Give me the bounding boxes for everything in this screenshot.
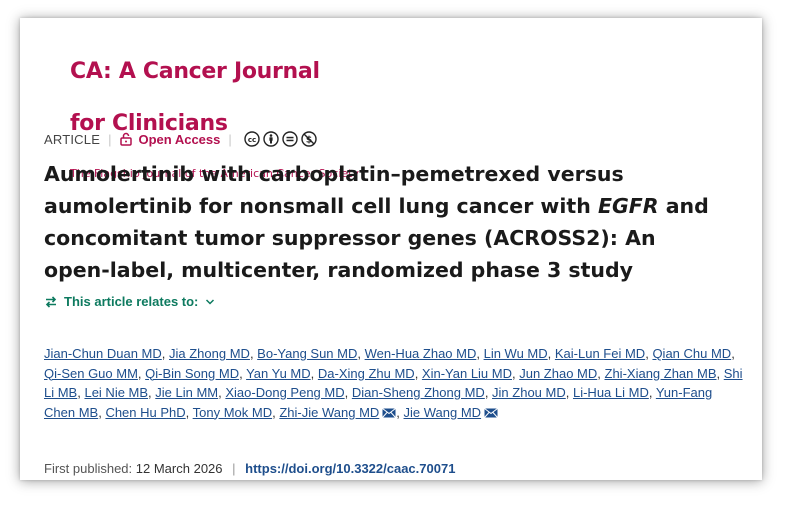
author-link[interactable]: Bo-Yang Sun MD — [257, 346, 357, 361]
author-link[interactable]: Da-Xing Zhu MD — [318, 366, 415, 381]
swap-arrows-icon — [45, 295, 57, 308]
author-link[interactable]: Jun Zhao MD — [519, 366, 597, 381]
article-header-card: CA: A Cancer Journal for Clinicians The … — [20, 18, 762, 480]
journal-title-line1: CA: A Cancer Journal — [70, 59, 320, 84]
doi-link[interactable]: https://doi.org/10.3322/caac.70071 — [245, 461, 455, 476]
open-access-label[interactable]: Open Access — [138, 132, 220, 147]
author-separator: , — [716, 365, 724, 381]
author-separator: , — [344, 385, 352, 400]
author-separator: , — [357, 346, 365, 361]
author-separator: , — [310, 365, 318, 381]
by-icon — [263, 131, 279, 147]
meta-divider: | — [108, 131, 112, 147]
open-lock-icon — [120, 132, 133, 146]
author-link[interactable]: Zhi-Xiang Zhan MB — [605, 366, 717, 381]
nc-icon: $ — [301, 131, 317, 147]
author-link[interactable]: Tony Mok MD — [193, 405, 272, 420]
author-separator: , — [396, 404, 404, 420]
author-separator: , — [648, 385, 656, 400]
author-link[interactable]: Qian Chu MD — [652, 346, 731, 361]
author-link[interactable]: Dian-Sheng Zhong MD — [352, 385, 485, 400]
article-title-part1: Aumolertinib with carboplatin–pemetrexed… — [44, 162, 624, 218]
author-list: Jian-Chun Duan MD, Jia Zhong MD, Bo-Yang… — [44, 344, 744, 422]
author-link[interactable]: Zhi-Jie Wang MD — [279, 405, 379, 420]
author-link[interactable]: Qi-Bin Song MD — [145, 366, 239, 381]
author-link[interactable]: Li-Hua Li MD — [573, 385, 649, 400]
publication-info: First published: 12 March 2026 | https:/… — [44, 461, 455, 476]
author-link[interactable]: Wen-Hua Zhao MD — [365, 346, 477, 361]
author-link[interactable]: Xiao-Dong Peng MD — [225, 385, 344, 400]
relates-toggle[interactable]: This article relates to: — [44, 294, 215, 309]
relates-label: This article relates to: — [64, 294, 199, 309]
first-published-label: First published: — [44, 461, 133, 476]
author-link[interactable]: Jia Zhong MD — [169, 346, 250, 361]
envelope-icon[interactable] — [484, 407, 498, 418]
nd-icon — [282, 131, 298, 147]
article-title-gene: EGFR — [597, 194, 659, 218]
svg-text:cc: cc — [248, 136, 256, 144]
article-type: ARTICLE — [44, 131, 101, 147]
envelope-icon[interactable] — [382, 407, 397, 418]
license-icons[interactable]: cc $ — [244, 131, 320, 147]
cc-icon: cc — [244, 131, 260, 147]
publication-date: 12 March 2026 — [135, 461, 223, 476]
author-separator: , — [547, 346, 555, 361]
author-link[interactable]: Lei Nie MB — [84, 385, 148, 400]
chevron-down-icon — [206, 298, 215, 305]
author-separator: , — [161, 346, 170, 361]
author-separator: , — [565, 385, 573, 400]
meta-divider: | — [228, 131, 232, 147]
author-separator: , — [731, 346, 735, 361]
author-link[interactable]: Jin Zhou MD — [492, 385, 566, 400]
pub-divider: | — [232, 461, 236, 476]
author-separator: , — [484, 385, 493, 400]
author-link[interactable]: Jian-Chun Duan MD — [44, 346, 162, 361]
author-link[interactable]: Kai-Lun Fei MD — [555, 346, 645, 361]
author-link[interactable]: Qi-Sen Guo MM — [44, 366, 138, 381]
article-meta-row: ARTICLE | Open Access | cc $ — [44, 129, 320, 149]
article-title: Aumolertinib with carboplatin–pemetrexed… — [44, 158, 724, 286]
author-link[interactable]: Jie Lin MM — [155, 385, 218, 400]
author-separator: , — [597, 365, 605, 381]
author-link[interactable]: Lin Wu MD — [484, 346, 548, 361]
author-link[interactable]: Yan Yu MD — [246, 366, 311, 381]
author-link[interactable]: Chen Hu PhD — [105, 405, 185, 420]
author-link[interactable]: Jie Wang MD — [404, 405, 482, 420]
author-separator: , — [185, 404, 193, 420]
author-separator: , — [414, 365, 422, 381]
author-link[interactable]: Xin-Yan Liu MD — [422, 366, 512, 381]
author-separator: , — [476, 346, 484, 361]
